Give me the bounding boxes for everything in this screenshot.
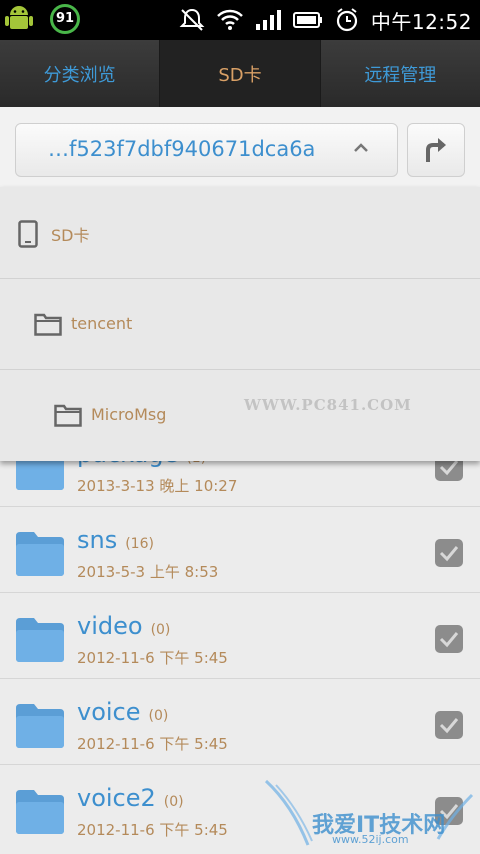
- signal-icon: [255, 10, 281, 30]
- check-icon: [439, 804, 459, 820]
- check-icon: [439, 718, 459, 734]
- file-date: 2013-3-13 晚上 10:27: [77, 477, 238, 495]
- path-item-sd-card[interactable]: SD卡: [0, 187, 480, 278]
- alarm-icon: [336, 8, 357, 32]
- folder-icon: [16, 704, 64, 748]
- current-path: …f523f7dbf940671dca6a: [48, 137, 316, 161]
- tab-label: 分类浏览: [43, 64, 116, 86]
- battery-level: 91: [55, 11, 75, 26]
- file-name: voice (0): [77, 698, 168, 726]
- go-up-button[interactable]: [407, 123, 465, 177]
- select-checkbox[interactable]: [435, 797, 463, 825]
- select-checkbox[interactable]: [435, 625, 463, 653]
- android-bot-icon: [5, 6, 33, 29]
- battery-icon: [292, 12, 322, 28]
- file-name-text: voice2: [77, 784, 156, 812]
- list-item[interactable]: voice (0) 2012-11-6 下午 5:45: [0, 679, 480, 765]
- path-item-label: tencent: [71, 314, 133, 333]
- tab-category-browse[interactable]: 分类浏览: [0, 40, 161, 107]
- mute-icon: [179, 8, 205, 31]
- file-name: sns (16): [77, 526, 154, 554]
- wifi-icon: [216, 9, 243, 30]
- path-item-tencent[interactable]: tencent: [0, 278, 480, 369]
- file-name: video (0): [77, 612, 170, 640]
- select-checkbox[interactable]: [435, 711, 463, 739]
- path-dropdown: SD卡 tencent MicroMsg WWW.PC841.COM: [0, 187, 480, 461]
- file-date: 2012-11-6 下午 5:45: [77, 649, 228, 667]
- path-bar: …f523f7dbf940671dca6a: [0, 107, 480, 187]
- path-item-label: MicroMsg: [91, 405, 167, 424]
- file-name-text: video: [77, 612, 143, 640]
- folder-icon: [34, 313, 62, 336]
- file-date: 2012-11-6 下午 5:45: [77, 821, 228, 839]
- tab-label: SD卡: [218, 64, 262, 86]
- tab-bar: 分类浏览 SD卡 远程管理: [0, 40, 480, 107]
- tab-label: 远程管理: [364, 64, 437, 86]
- folder-icon: [16, 618, 64, 662]
- file-count: (0): [150, 622, 171, 638]
- check-icon: [439, 632, 459, 648]
- sd-card-icon: [18, 220, 38, 248]
- list-item[interactable]: sns (16) 2013-5-3 上午 8:53: [0, 507, 480, 593]
- folder-icon: [16, 790, 64, 834]
- battery-ring-icon: 91: [50, 4, 80, 34]
- path-item-label: SD卡: [51, 226, 90, 245]
- watermark-text: WWW.PC841.COM: [244, 396, 412, 414]
- list-item[interactable]: video (0) 2012-11-6 下午 5:45: [0, 593, 480, 679]
- file-count: (0): [148, 708, 169, 724]
- folder-icon: [54, 404, 82, 427]
- folder-icon: [16, 532, 64, 576]
- file-name-text: sns: [77, 526, 118, 554]
- path-selector[interactable]: …f523f7dbf940671dca6a: [15, 123, 398, 177]
- status-bar: 91 中午12:52: [0, 0, 480, 40]
- file-date: 2012-11-6 下午 5:45: [77, 735, 228, 753]
- check-icon: [439, 546, 459, 562]
- tab-remote-management[interactable]: 远程管理: [321, 40, 480, 107]
- file-name: voice2 (0): [77, 784, 184, 812]
- file-name-text: voice: [77, 698, 141, 726]
- file-date: 2013-5-3 上午 8:53: [77, 563, 219, 581]
- status-icons: 中午12:52: [179, 0, 472, 40]
- list-item[interactable]: voice2 (0) 2012-11-6 下午 5:45: [0, 765, 480, 851]
- file-count: (0): [163, 794, 184, 810]
- file-count: (16): [125, 536, 154, 552]
- tab-sd-card[interactable]: SD卡: [160, 40, 321, 107]
- clock-time: 中午12:52: [370, 9, 472, 34]
- path-item-micromsg[interactable]: MicroMsg: [0, 369, 480, 460]
- chevron-up-icon: [354, 143, 368, 152]
- go-up-icon: [426, 138, 446, 162]
- select-checkbox[interactable]: [435, 539, 463, 567]
